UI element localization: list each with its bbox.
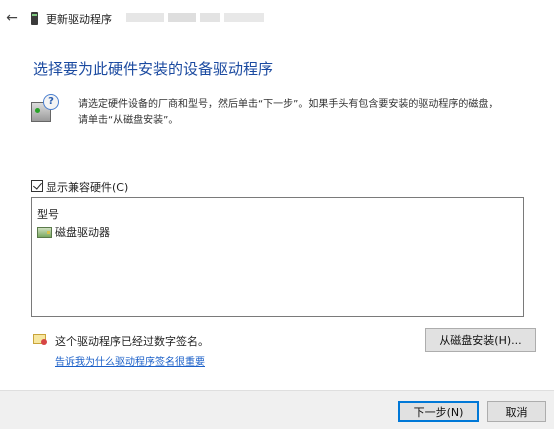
have-disk-button[interactable]: 从磁盘安装(H)... [425, 328, 536, 352]
instruction-text: 请单击“从磁盘安装”。 [78, 115, 179, 126]
model-list[interactable]: 型号 磁盘驱动器 [31, 197, 524, 317]
signature-status: 这个驱动程序已经过数字签名。 [55, 335, 209, 348]
instruction-text: 请选定硬件设备的厂商和型号，然后单击“下一步”。如果手头有包含要安装的驱动程序的… [78, 99, 499, 110]
list-item-label: 磁盘驱动器 [55, 226, 110, 239]
redacted-device-name [200, 13, 220, 22]
redacted-device-name [168, 13, 196, 22]
signature-info-link[interactable]: 告诉我为什么驱动程序签名很重要 [55, 353, 205, 368]
page-title: 选择要为此硬件安装的设备驱动程序 [33, 60, 274, 78]
checkmark-icon [33, 180, 42, 190]
window-title: 更新驱动程序 [46, 13, 112, 26]
show-compatible-checkbox[interactable] [31, 180, 43, 192]
question-icon: ? [43, 94, 59, 110]
device-icon [31, 12, 38, 25]
redacted-device-name [224, 13, 264, 22]
back-arrow-icon[interactable]: ← [4, 10, 20, 26]
redacted-device-name [126, 13, 164, 22]
next-button[interactable]: 下一步(N) [398, 401, 479, 422]
list-item[interactable]: 磁盘驱动器 [37, 225, 110, 239]
model-list-header: 型号 [37, 208, 59, 221]
certificate-icon [33, 334, 47, 346]
show-compatible-label[interactable]: 显示兼容硬件(C) [46, 179, 128, 195]
hardware-help-icon: ? [31, 94, 59, 124]
disk-drive-icon [37, 226, 52, 238]
cancel-button[interactable]: 取消 [487, 401, 546, 422]
